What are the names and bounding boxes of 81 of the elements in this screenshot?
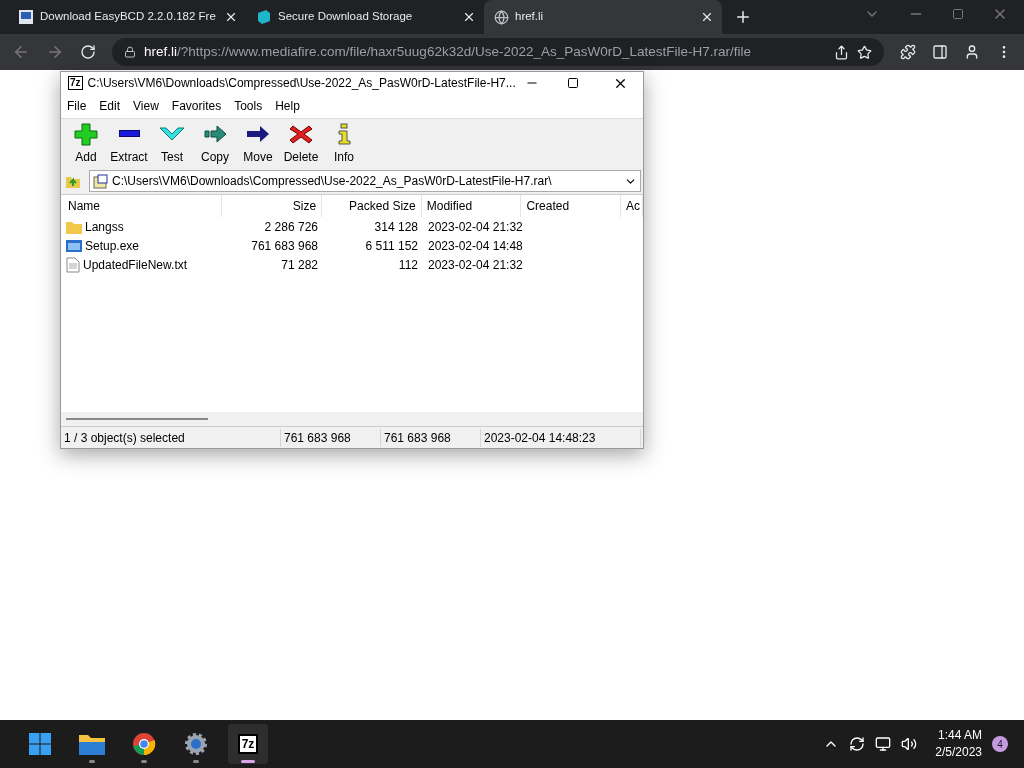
table-cell-text: 6 511 152 xyxy=(364,237,419,255)
toolbar-button[interactable]: Info xyxy=(323,120,365,167)
toolbar-button[interactable]: Extract xyxy=(108,120,150,167)
status-text: 761 683 968 xyxy=(381,428,481,447)
document-icon xyxy=(66,256,80,273)
share-icon[interactable] xyxy=(834,44,849,60)
url-text: href.li/?https://www.mediafire.com/file/haxr5uug62k32d/Use-2022_As_PasW0rD_LatestFile-H7.rar/file xyxy=(144,42,752,61)
back-icon[interactable] xyxy=(12,43,30,61)
toolbar-button[interactable]: Copy xyxy=(194,120,236,167)
status-text: 2023-02-04 14:48:23 xyxy=(481,428,641,447)
path-text: C:\Users\VM6\Downloads\Compressed\Use-2022_As_PasW0rD-LatestFile-H7.rar\ xyxy=(112,173,553,190)
minus-icon xyxy=(118,130,140,137)
menu-item[interactable]: Favorites xyxy=(171,97,222,115)
table-cell-text: 314 128 xyxy=(373,218,419,236)
menu-item[interactable]: View xyxy=(133,97,159,115)
plus-icon xyxy=(72,121,100,146)
browser-icon[interactable] xyxy=(132,732,156,756)
table-cell-text: 2023-02-04 21:32 xyxy=(427,218,523,236)
notification-badge[interactable]: 4 xyxy=(992,736,1008,752)
status-text: 1 / 3 object(s) selected xyxy=(61,428,281,447)
menu-item[interactable]: Help xyxy=(275,97,300,115)
table-cell-text: 2023-02-04 14:48 xyxy=(427,237,523,255)
table-cell-text: 2 286 726 xyxy=(263,218,319,236)
column-header[interactable]: Ac xyxy=(621,195,643,217)
menu-item[interactable]: Tools xyxy=(234,97,263,115)
tab-title: Secure Download Storage xyxy=(278,9,414,25)
cube-icon xyxy=(256,9,272,25)
toolbar-button[interactable]: Add xyxy=(65,120,107,167)
close-icon[interactable] xyxy=(700,10,714,24)
clock-time[interactable]: 1:44 AM xyxy=(937,727,982,744)
app-icon[interactable]: 7z xyxy=(237,734,259,754)
column-header[interactable]: Name xyxy=(63,195,223,217)
browser-tab[interactable]: href.li xyxy=(484,0,722,34)
page-icon xyxy=(18,9,34,25)
gear-icon[interactable] xyxy=(184,732,208,756)
maximize-icon[interactable] xyxy=(567,77,579,89)
table-cell-text: 761 683 968 xyxy=(250,237,319,255)
app-icon: 7z xyxy=(68,76,83,90)
file-name[interactable]: UpdatedFileNew.txt xyxy=(83,255,188,274)
lock-icon xyxy=(124,46,136,58)
folder-icon xyxy=(66,219,82,234)
close-icon[interactable] xyxy=(462,10,476,24)
menu-item[interactable]: File xyxy=(67,97,87,115)
extensions-icon[interactable] xyxy=(900,44,916,60)
tab-title: Download EasyBCD 2.2.0.182 Fre xyxy=(40,9,217,25)
address-bar[interactable]: href.li/?https://www.mediafire.com/file/haxr5uug62k32d/Use-2022_As_PasW0rD_LatestFile-H7.rar/file xyxy=(112,38,884,66)
tab-title: href.li xyxy=(515,9,545,25)
toolbar-button[interactable]: Test xyxy=(151,120,193,167)
file-name[interactable]: Langss xyxy=(85,217,124,236)
table-cell-text: 112 xyxy=(397,256,419,274)
table-cell-text: 2023-02-04 21:32 xyxy=(427,256,523,274)
column-header[interactable]: Packed Size xyxy=(322,195,422,217)
table-cell-text: 71 282 xyxy=(280,256,319,274)
path-field[interactable]: C:\Users\VM6\Downloads\Compressed\Use-2022_As_PasW0rD-LatestFile-H7.rar\ xyxy=(89,170,641,192)
close-icon[interactable] xyxy=(224,10,238,24)
reload-icon[interactable] xyxy=(80,44,96,60)
new-tab-icon[interactable] xyxy=(734,8,752,26)
forward-icon[interactable] xyxy=(46,43,64,61)
column-header[interactable]: Modified xyxy=(421,195,522,217)
menu-item[interactable]: Edit xyxy=(99,97,121,115)
horizontal-scrollbar[interactable] xyxy=(61,412,643,426)
network-icon[interactable] xyxy=(875,736,892,752)
archive-icon xyxy=(93,173,108,189)
sync-icon[interactable] xyxy=(849,736,866,752)
folder-icon[interactable] xyxy=(79,733,105,755)
toolbar-button[interactable]: Delete xyxy=(280,120,322,167)
file-name[interactable]: Setup.exe xyxy=(85,236,140,255)
clock-date[interactable]: 2/5/2023 xyxy=(935,744,982,761)
window-icon xyxy=(66,238,82,253)
windows-icon[interactable] xyxy=(28,732,52,756)
profile-icon[interactable] xyxy=(964,44,980,60)
column-header[interactable]: Size xyxy=(222,195,323,217)
toolbar-button[interactable]: Move xyxy=(237,120,279,167)
window-title: C:\Users\VM6\Downloads\Compressed\Use-2022_As_PasW0rD-LatestFile-H7... xyxy=(87,75,516,92)
volume-icon[interactable] xyxy=(901,736,918,752)
status-text: 761 683 968 xyxy=(281,428,381,447)
side-panel-icon[interactable] xyxy=(932,44,948,60)
restore-icon[interactable] xyxy=(952,8,964,20)
globe-icon xyxy=(494,9,509,25)
column-header[interactable]: Created xyxy=(521,195,622,217)
bookmark-icon[interactable] xyxy=(857,44,872,60)
